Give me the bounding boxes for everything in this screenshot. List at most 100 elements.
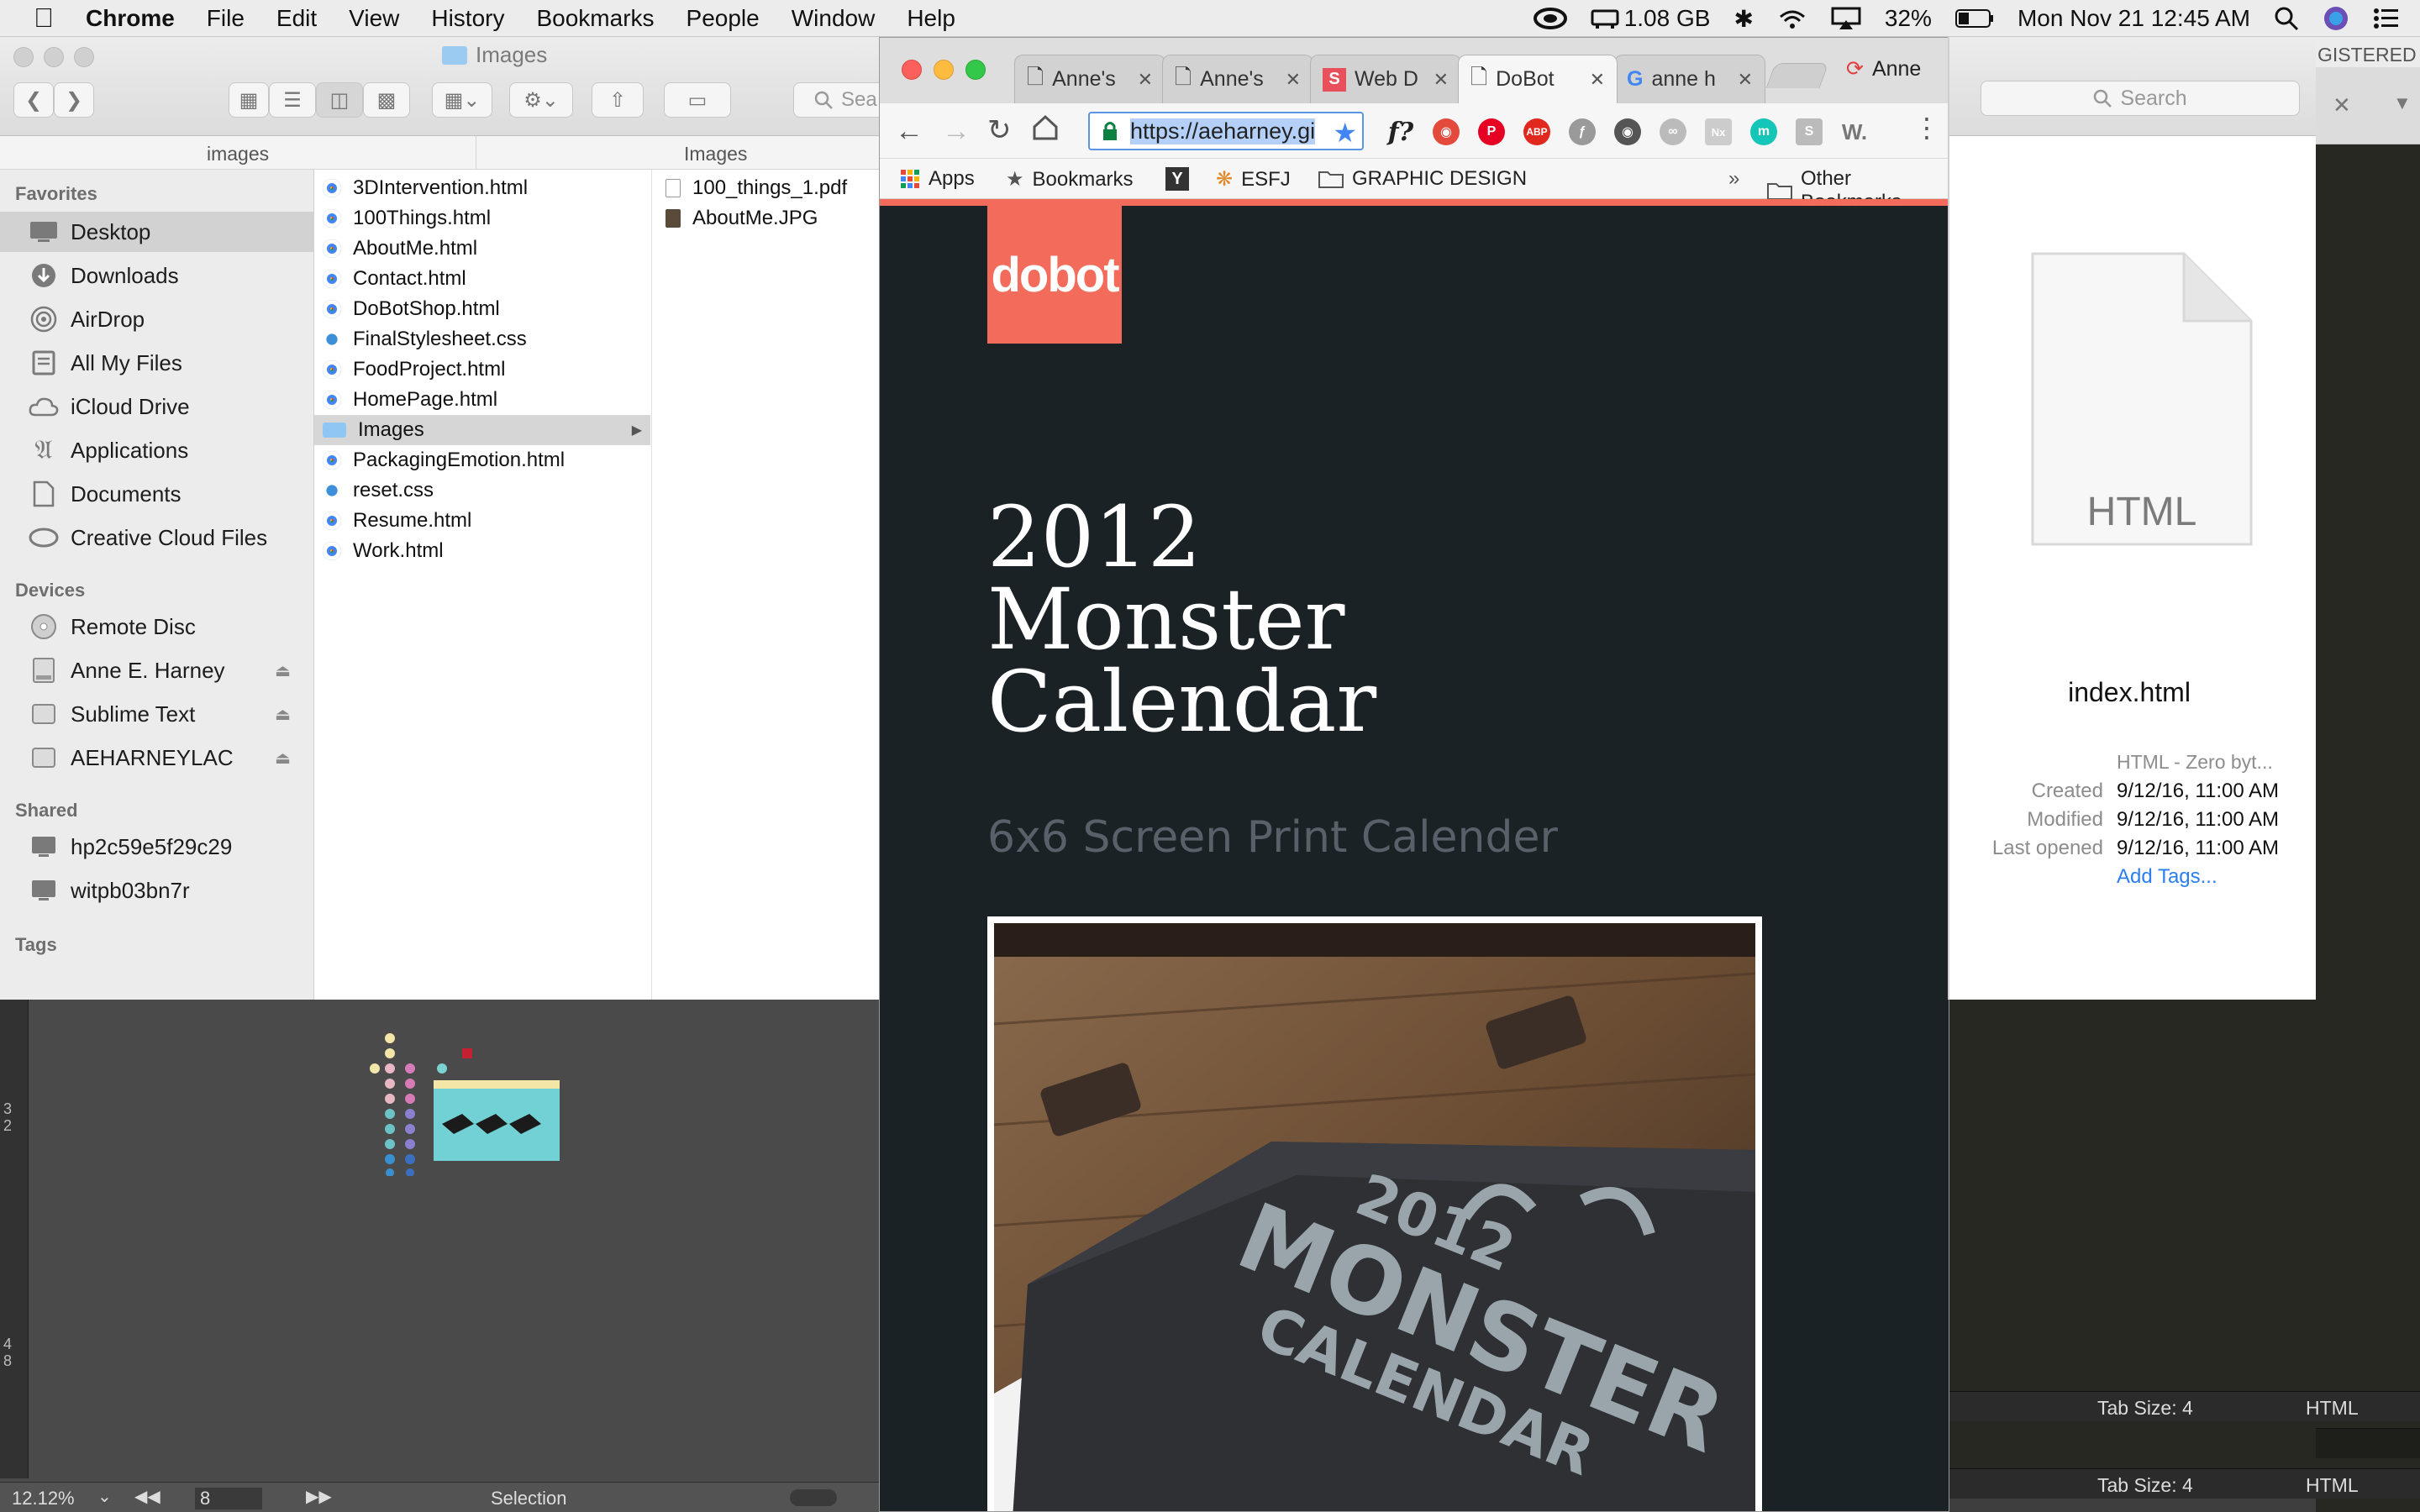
sidebar-item-sublime-text[interactable]: Sublime Text ⏏ bbox=[0, 694, 314, 734]
battery-percent[interactable]: 32% bbox=[1885, 5, 1932, 32]
close-tab-icon[interactable]: ✕ bbox=[1738, 69, 1753, 91]
address-bar[interactable]: https://aeharney.gi ★ bbox=[1088, 112, 1364, 150]
last-page-icon[interactable]: ▶▶ bbox=[306, 1486, 332, 1507]
browser-tab-active[interactable]: 🗋 DoBot ✕ bbox=[1458, 55, 1618, 103]
zoom-level[interactable]: 12.12% bbox=[12, 1488, 75, 1509]
scrollbar-thumb[interactable] bbox=[790, 1489, 837, 1506]
reload-icon[interactable]: ↻ bbox=[987, 113, 1012, 147]
ublock-icon[interactable]: ◉ bbox=[1433, 118, 1460, 145]
extension-icon[interactable]: ∞ bbox=[1660, 118, 1686, 145]
sidebar-item-shared-2[interactable]: witpb03bn7r bbox=[0, 870, 314, 911]
menu-help[interactable]: Help bbox=[891, 5, 971, 32]
action-button[interactable]: ⚙⌄ bbox=[509, 82, 573, 118]
minimize-button[interactable] bbox=[934, 60, 954, 80]
wifi-icon[interactable] bbox=[1777, 7, 1807, 30]
page-number-field[interactable]: 8 bbox=[195, 1488, 262, 1509]
sidebar-item-applications[interactable]: 𝔄 Applications bbox=[0, 430, 314, 470]
sidebar-item-downloads[interactable]: Downloads bbox=[0, 255, 314, 296]
sidebar-item-anne-harney[interactable]: Anne E. Harney ⏏ bbox=[0, 650, 314, 690]
browser-tab[interactable]: 🗋 Anne's ✕ bbox=[1162, 55, 1313, 103]
notification-center-icon[interactable] bbox=[2373, 7, 2400, 30]
bookmark-esfj[interactable]: ❋ ESFJ bbox=[1216, 167, 1291, 192]
close-icon[interactable]: ✕ bbox=[2333, 92, 2351, 118]
eject-icon[interactable]: ⏏ bbox=[275, 704, 291, 725]
arrange-button[interactable]: ▦⌄ bbox=[432, 82, 492, 118]
browser-tab[interactable]: S Web D ✕ bbox=[1310, 55, 1461, 103]
close-button[interactable] bbox=[902, 60, 922, 80]
tags-button[interactable]: ▭ bbox=[664, 82, 731, 118]
tab-size-label[interactable]: Tab Size: 4 bbox=[2097, 1397, 2193, 1420]
file-item[interactable]: 100Things.html bbox=[323, 203, 491, 234]
spotlight-icon[interactable] bbox=[2274, 6, 2299, 31]
share-button[interactable]: ⇧ bbox=[592, 82, 644, 118]
extension-icon[interactable]: ƒ bbox=[1569, 118, 1596, 145]
bookmark-folder-other[interactable]: Other Bookmarks bbox=[1767, 167, 1949, 214]
coverflow-view-button[interactable]: ▩ bbox=[363, 82, 410, 118]
forward-button[interactable]: ❯ bbox=[54, 82, 94, 118]
airplay-icon[interactable] bbox=[1831, 7, 1861, 30]
close-button[interactable] bbox=[13, 47, 34, 67]
zoom-button[interactable] bbox=[965, 60, 986, 80]
column-header[interactable]: Images bbox=[684, 143, 747, 165]
siri-icon[interactable] bbox=[2323, 5, 2349, 32]
chevron-down-icon[interactable]: ▼ bbox=[2393, 92, 2412, 114]
memory-icon[interactable]: 1.08 GB bbox=[1591, 5, 1710, 32]
file-item[interactable]: Work.html bbox=[323, 536, 444, 566]
file-item[interactable]: 3DIntervention.html bbox=[323, 173, 528, 203]
clock[interactable]: Mon Nov 21 12:45 AM bbox=[2018, 5, 2250, 32]
file-item[interactable]: Contact.html bbox=[323, 264, 466, 294]
first-page-icon[interactable]: ◀◀ bbox=[134, 1486, 160, 1507]
close-tab-icon[interactable]: ✕ bbox=[1138, 69, 1153, 91]
dobot-logo[interactable]: dobot bbox=[987, 206, 1122, 344]
icon-view-button[interactable]: ▦ bbox=[229, 82, 269, 118]
bookmark-folder-graphic-design[interactable]: GRAPHIC DESIGN bbox=[1318, 167, 1527, 191]
extension-icon[interactable]: S bbox=[1796, 118, 1823, 145]
whatfont-icon[interactable]: f? bbox=[1384, 118, 1418, 147]
menu-history[interactable]: History bbox=[415, 5, 520, 32]
file-item[interactable]: 100_things_1.pdf bbox=[666, 173, 847, 203]
battery-icon[interactable] bbox=[1954, 8, 1994, 29]
menu-people[interactable]: People bbox=[671, 5, 776, 32]
file-item[interactable]: HomePage.html bbox=[323, 385, 497, 415]
bluetooth-icon[interactable]: ✱ bbox=[1733, 5, 1753, 33]
menu-bookmarks[interactable]: Bookmarks bbox=[520, 5, 670, 32]
file-item[interactable]: AboutMe.html bbox=[323, 234, 477, 264]
apple-icon[interactable]:  bbox=[0, 3, 70, 34]
bookmark-star-icon[interactable]: ★ bbox=[1333, 117, 1357, 149]
menu-window[interactable]: Window bbox=[776, 5, 892, 32]
file-item[interactable]: FinalStylesheet.css bbox=[323, 324, 527, 354]
extension-icon[interactable]: m bbox=[1750, 118, 1777, 145]
file-item[interactable]: DoBotShop.html bbox=[323, 294, 500, 324]
bookmark-bookmarks[interactable]: ★ Bookmarks bbox=[1006, 167, 1134, 192]
sidebar-item-shared-1[interactable]: hp2c59e5f29c29 bbox=[0, 827, 314, 867]
file-item-selected[interactable]: Images ▶ bbox=[314, 415, 650, 445]
finder-search-field[interactable]: Sea bbox=[793, 82, 881, 118]
pinterest-icon[interactable]: P bbox=[1478, 118, 1505, 145]
profile-button[interactable]: ⟳ Anne bbox=[1846, 56, 1921, 81]
close-tab-icon[interactable]: ✕ bbox=[1434, 69, 1449, 91]
file-item[interactable]: Resume.html bbox=[323, 506, 471, 536]
back-arrow-icon[interactable]: ← bbox=[895, 115, 923, 148]
menu-edit[interactable]: Edit bbox=[260, 5, 333, 32]
sidebar-item-creative-cloud[interactable]: Creative Cloud Files bbox=[0, 517, 314, 558]
sidebar-item-all-my-files[interactable]: All My Files bbox=[0, 343, 314, 383]
extension-icon[interactable]: W. bbox=[1841, 118, 1868, 145]
sidebar-item-documents[interactable]: Documents bbox=[0, 474, 314, 514]
file-item[interactable]: AboutMe.JPG bbox=[666, 203, 818, 234]
sidebar-item-remote-disc[interactable]: Remote Disc bbox=[0, 606, 314, 647]
column-view-button[interactable]: ◫ bbox=[316, 82, 363, 118]
syntax-label-2[interactable]: HTML bbox=[2306, 1474, 2359, 1497]
bookmarks-overflow[interactable]: » bbox=[1728, 167, 1739, 191]
close-tab-icon[interactable]: ✕ bbox=[1286, 69, 1301, 91]
extension-icon[interactable]: Nx bbox=[1705, 118, 1732, 145]
forward-arrow-icon[interactable]: → bbox=[942, 115, 971, 148]
syntax-label[interactable]: HTML bbox=[2306, 1397, 2359, 1420]
browser-tab[interactable]: Ganne h ✕ bbox=[1614, 55, 1765, 103]
back-button[interactable]: ❮ bbox=[13, 82, 54, 118]
zoom-button[interactable] bbox=[74, 47, 94, 67]
search-field[interactable]: Search bbox=[1981, 81, 2300, 116]
new-tab-button[interactable] bbox=[1765, 63, 1829, 88]
home-icon[interactable] bbox=[1031, 113, 1060, 142]
chevron-down-icon[interactable]: ⌄ bbox=[97, 1486, 112, 1507]
minimize-button[interactable] bbox=[44, 47, 64, 67]
